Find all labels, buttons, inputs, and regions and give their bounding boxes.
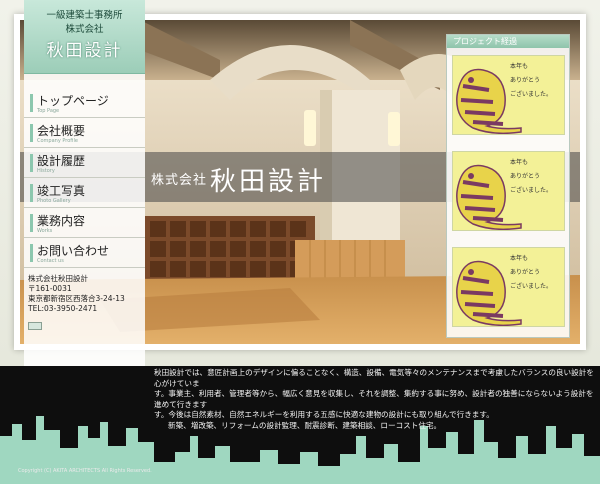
project-panel-title: プロジェクト経過 xyxy=(447,35,569,48)
nav-item-top-page[interactable]: トップページ Top Page xyxy=(24,88,145,118)
project-card-msg-1: 本年も xyxy=(510,255,529,262)
project-card-msg-1: 本年も xyxy=(510,159,529,166)
project-card[interactable]: 本年も ありがとう ございました。 xyxy=(452,247,565,327)
nav-item-sublabel: History xyxy=(37,168,55,174)
nav-marker-icon xyxy=(30,154,33,172)
project-card-msg-2: ありがとう xyxy=(510,269,541,276)
nav-item-sublabel: Works xyxy=(37,228,53,234)
logo-line-1: 一級建築士事務所 xyxy=(46,10,123,21)
nav-item-company-profile[interactable]: 会社概要 Company Profile xyxy=(24,118,145,148)
project-card-msg-2: ありがとう xyxy=(510,173,541,180)
project-card-msg-3: ございました。 xyxy=(510,283,553,290)
project-card-msg-3: ございました。 xyxy=(510,187,553,194)
project-progress-panel: プロジェクト経過 本年も ありがとう ございました。 本年も ありがとう ござい… xyxy=(446,34,570,338)
project-card[interactable]: 本年も ありがとう ございました。 xyxy=(452,55,565,135)
copyright-text: Copyright (C) AKITA ARCHITECTS All Right… xyxy=(18,468,152,474)
nav-item-label: トップページ xyxy=(37,94,109,108)
nav-item-label: 業務内容 xyxy=(37,214,86,228)
nav-item-photo-gallery[interactable]: 竣工写真 Photo Gallery xyxy=(24,178,145,208)
address-street: 東京都新宿区西落合3-24-13 xyxy=(28,294,125,303)
company-description: 秋田設計では、意匠計画上のデザインに偏ることなく、構造、設備、電気等々のメンテナ… xyxy=(154,368,594,431)
nav-marker-icon xyxy=(30,124,33,142)
nav-item-sublabel: Photo Gallery xyxy=(37,198,71,204)
nav-item-works[interactable]: 業務内容 Works xyxy=(24,208,145,238)
address-company: 株式会社秋田設計 xyxy=(28,274,88,283)
nav-item-sublabel: Contact us xyxy=(37,258,64,264)
nav-item-sublabel: Company Profile xyxy=(37,138,78,144)
nav-marker-icon xyxy=(30,244,33,262)
hero-company-label: 株式会社 xyxy=(151,173,208,188)
nav-marker-icon xyxy=(30,184,33,202)
nav-item-label: 設計履歴 xyxy=(37,154,86,168)
nav-marker-icon xyxy=(30,214,33,232)
company-address: 株式会社秋田設計 〒161-0031 東京都新宿区西落合3-24-13 TEL:… xyxy=(28,274,146,314)
project-card-msg-2: ありがとう xyxy=(510,77,541,84)
nav-item-history[interactable]: 設計履歴 History xyxy=(24,148,145,178)
project-card-msg-1: 本年も xyxy=(510,63,529,70)
description-line-3: す。今後は自然素材、自然エネルギーを利用する五感に快適な建物の設計にも取り組んで… xyxy=(154,410,494,419)
description-line-4: 新築、増改築、リフォームの設計監理、耐震診断、建築相談、ローコスト住宅。 xyxy=(168,420,442,430)
description-line-2: す。事業主、利用者、管理者等から、幅広く意見を収集し、それを調整、集約する事に努… xyxy=(154,389,594,409)
project-card[interactable]: 本年も ありがとう ございました。 xyxy=(452,151,565,231)
nav-item-contact[interactable]: お問い合わせ Contact us xyxy=(24,238,145,268)
logo-line-2: 株式会社 xyxy=(65,24,104,35)
main-nav: トップページ Top Page 会社概要 Company Profile 設計履… xyxy=(24,88,145,268)
nav-item-label: 竣工写真 xyxy=(37,184,86,198)
address-zip: 〒161-0031 xyxy=(28,284,72,293)
nav-item-label: お問い合わせ xyxy=(37,244,110,258)
site-logo[interactable]: 一級建築士事務所 株式会社 秋田設計 xyxy=(24,0,145,74)
project-card-msg-3: ございました。 xyxy=(510,91,553,98)
nav-item-label: 会社概要 xyxy=(37,124,86,138)
address-tel: TEL:03-3950-2471 xyxy=(28,304,98,313)
logo-line-3: 秋田設計 xyxy=(46,41,123,61)
nav-marker-icon xyxy=(30,94,33,112)
validator-badge-icon[interactable] xyxy=(28,322,42,330)
description-line-1: 秋田設計では、意匠計画上のデザインに偏ることなく、構造、設備、電気等々のメンテナ… xyxy=(154,368,594,388)
hero-company-name: 秋田設計 xyxy=(210,167,327,197)
nav-item-sublabel: Top Page xyxy=(37,108,60,114)
